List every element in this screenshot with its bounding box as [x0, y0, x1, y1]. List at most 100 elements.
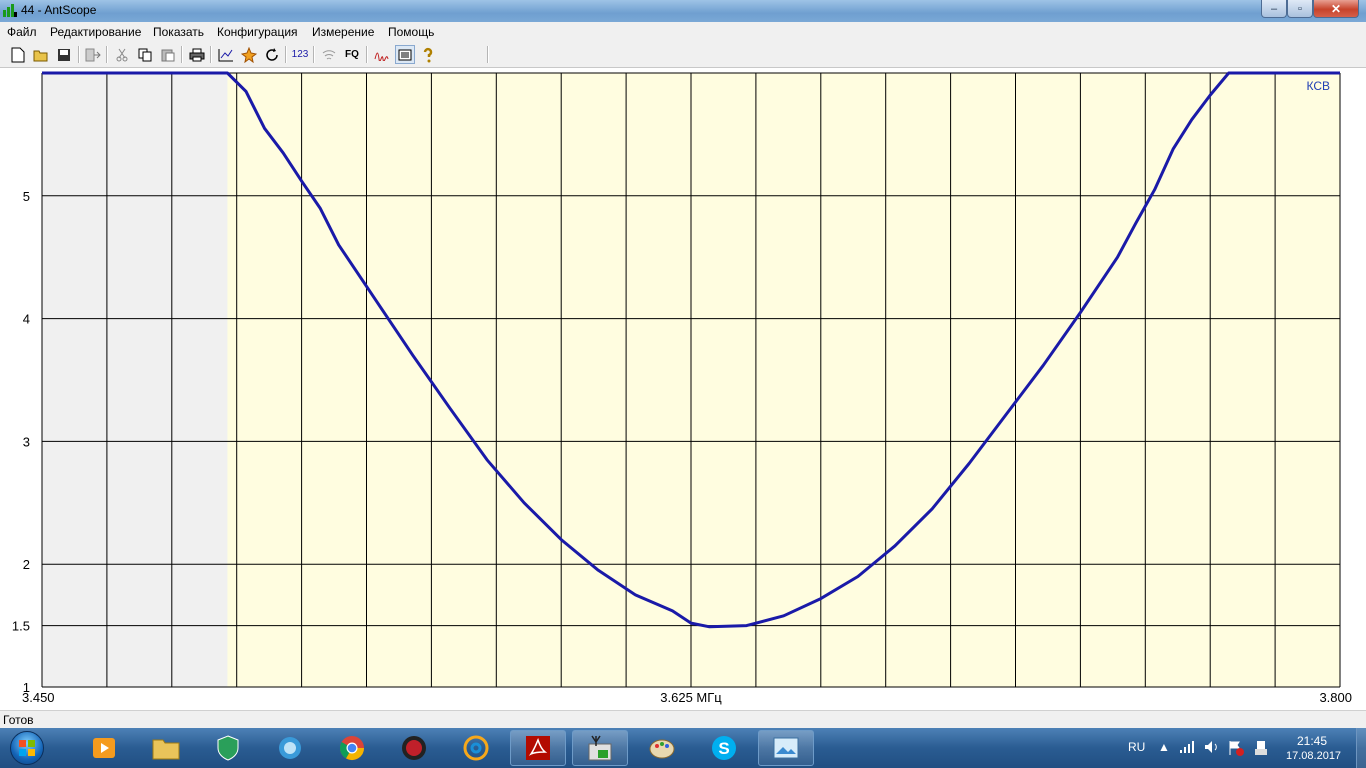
maximize-button[interactable]: ▫	[1287, 0, 1313, 18]
status-bar: Готов	[0, 710, 1366, 728]
menu-file[interactable]: Файл	[7, 25, 37, 39]
marker-button[interactable]	[239, 45, 259, 64]
swr-chart[interactable]: 54321.51 3.450 3.625 МГц 3.800 КСВ	[0, 68, 1366, 710]
x-tick-label: 3.800	[1319, 690, 1352, 705]
cut-button[interactable]	[112, 45, 132, 64]
new-file-button[interactable]	[8, 45, 28, 64]
copy-icon	[138, 48, 152, 61]
show-hidden-icons-button[interactable]: ▲	[1158, 740, 1170, 754]
series-label: КСВ	[1306, 79, 1330, 93]
game-app-icon	[402, 736, 426, 760]
title-bar[interactable]: 44 - AntScope – ▫ ✕	[0, 0, 1366, 22]
y-axis-ticks: 54321.51	[12, 189, 30, 695]
log-icon	[398, 49, 412, 60]
help-button[interactable]	[418, 45, 438, 64]
save-icon	[58, 48, 70, 61]
new-file-icon	[11, 47, 25, 62]
menu-edit[interactable]: Редактирование	[50, 25, 141, 39]
help-icon	[423, 47, 433, 62]
pdf-reader-icon	[526, 736, 550, 760]
taskbar-ie[interactable]	[262, 730, 318, 766]
frequency-button[interactable]: FQ	[342, 45, 362, 64]
curve-button[interactable]	[372, 45, 392, 64]
windows-logo-icon	[10, 731, 44, 765]
x-axis-ticks: 3.450 3.625 МГц 3.800	[22, 690, 1352, 705]
out-of-range-region	[42, 73, 228, 687]
chart-icon	[218, 48, 233, 61]
volume-icon[interactable]	[1204, 740, 1220, 754]
ie-browser-icon	[279, 737, 301, 759]
menu-help[interactable]: Помощь	[388, 25, 434, 39]
paste-icon	[161, 49, 175, 61]
numeric-button[interactable]: 123	[290, 45, 310, 64]
taskbar-game-app[interactable]	[386, 730, 442, 766]
y-tick-label: 3	[23, 434, 30, 449]
x-tick-label: 3.625 МГц	[660, 690, 722, 705]
x-tick-label: 3.450	[22, 690, 55, 705]
y-tick-label: 1.5	[12, 619, 30, 634]
refresh-icon	[266, 47, 278, 61]
photo-viewer-icon	[773, 737, 799, 759]
toolbar: 123 FQ	[0, 42, 1366, 68]
taskbar-kaspersky[interactable]	[200, 730, 256, 766]
language-indicator[interactable]: RU	[1128, 740, 1145, 754]
marker-icon	[241, 46, 257, 63]
chrome-icon	[339, 736, 364, 761]
chart-area[interactable]: 5 4 3 2 1.5 1 3.450 3.625 МГц 3.800 КСВ	[0, 68, 1366, 710]
taskbar-explorer[interactable]	[138, 730, 194, 766]
status-text: Готов	[3, 713, 34, 727]
taskbar-skype[interactable]: S	[696, 730, 752, 766]
start-button[interactable]	[2, 729, 52, 767]
taskbar-antscope[interactable]	[572, 730, 628, 766]
save-button[interactable]	[54, 45, 74, 64]
wireless-button[interactable]	[319, 45, 339, 64]
taskbar-photo-viewer[interactable]	[758, 730, 814, 766]
taskbar-paint[interactable]	[634, 730, 690, 766]
signal-icon[interactable]	[1180, 741, 1196, 753]
taskbar-pdf-reader[interactable]	[510, 730, 566, 766]
menu-view[interactable]: Показать	[153, 25, 204, 39]
chart-button[interactable]	[216, 45, 236, 64]
media-player-icon	[93, 738, 115, 758]
y-tick-label: 5	[23, 189, 30, 204]
antscope-app-icon	[3, 4, 17, 17]
numeric-icon: 123	[291, 49, 309, 60]
skype-icon: S	[712, 736, 736, 760]
menu-configuration[interactable]: Конфигурация	[217, 25, 298, 39]
open-button[interactable]	[31, 45, 51, 64]
usb-device-icon[interactable]	[1254, 740, 1268, 756]
action-center-flag-icon[interactable]	[1228, 740, 1244, 756]
taskbar-chrome[interactable]	[324, 730, 380, 766]
print-button[interactable]	[187, 45, 207, 64]
window-title: 44 - AntScope	[21, 3, 97, 17]
print-icon	[189, 48, 205, 61]
copy-button[interactable]	[135, 45, 155, 64]
clock-date[interactable]: 17.08.2017	[1286, 750, 1341, 762]
taskbar: S RU ▲ 21:45 17.08.2017	[0, 728, 1366, 768]
taskbar-media-player[interactable]	[76, 730, 132, 766]
frequency-icon: FQ	[345, 49, 359, 60]
kaspersky-icon	[217, 735, 239, 761]
export-button[interactable]	[83, 45, 103, 64]
mail-agent-icon	[463, 735, 489, 761]
export-icon	[85, 48, 101, 61]
open-folder-icon	[33, 50, 48, 61]
show-desktop-button[interactable]	[1356, 728, 1366, 768]
log-button[interactable]	[395, 45, 415, 64]
y-tick-label: 4	[23, 312, 30, 327]
taskbar-mail-agent[interactable]	[448, 730, 504, 766]
refresh-button[interactable]	[262, 45, 282, 64]
file-explorer-icon	[152, 739, 180, 760]
cut-icon	[116, 48, 128, 61]
clock-time[interactable]: 21:45	[1297, 734, 1327, 748]
antscope-icon	[588, 735, 612, 761]
paste-button[interactable]	[158, 45, 178, 64]
y-tick-label: 2	[23, 557, 30, 572]
close-button[interactable]: ✕	[1313, 0, 1359, 18]
curve-icon	[374, 52, 389, 61]
menu-measurement[interactable]: Измерение	[312, 25, 374, 39]
paint-icon	[649, 739, 675, 759]
wireless-icon	[322, 49, 336, 59]
svg-text:S: S	[718, 739, 729, 758]
minimize-button[interactable]: –	[1261, 0, 1287, 18]
